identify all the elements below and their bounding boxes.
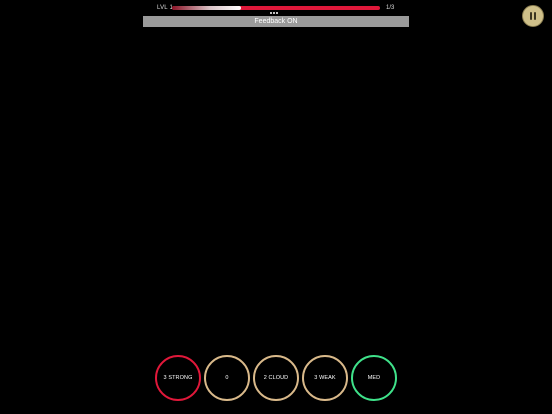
progress-bar	[172, 6, 380, 10]
feedback-banner: Feedback ON	[143, 16, 409, 27]
answer-label: 2 CLOUD	[263, 375, 289, 381]
answer-button[interactable]: 3 WEAK	[302, 355, 348, 401]
answer-label: 3 STRONG	[163, 375, 193, 381]
level-label: LVL 1	[157, 5, 174, 11]
answer-button[interactable]: 2 CLOUD	[253, 355, 299, 401]
pause-button[interactable]	[522, 5, 544, 27]
progress-dot	[276, 12, 278, 14]
progress-dot	[270, 12, 272, 14]
answer-label: MED	[367, 375, 381, 381]
answer-button[interactable]: 0	[204, 355, 250, 401]
answer-button[interactable]: 3 STRONG	[155, 355, 201, 401]
progress-dot	[273, 12, 275, 14]
answer-label: 3 WEAK	[314, 375, 336, 381]
progress-fill	[172, 6, 241, 10]
pause-icon	[530, 12, 536, 20]
answer-label: 0	[225, 375, 229, 381]
progress-dots	[270, 12, 278, 14]
answer-button[interactable]: MED	[351, 355, 397, 401]
answer-options: 3 STRONG 0 2 CLOUD 3 WEAK MED	[155, 355, 397, 401]
step-label: 1/3	[386, 5, 395, 11]
